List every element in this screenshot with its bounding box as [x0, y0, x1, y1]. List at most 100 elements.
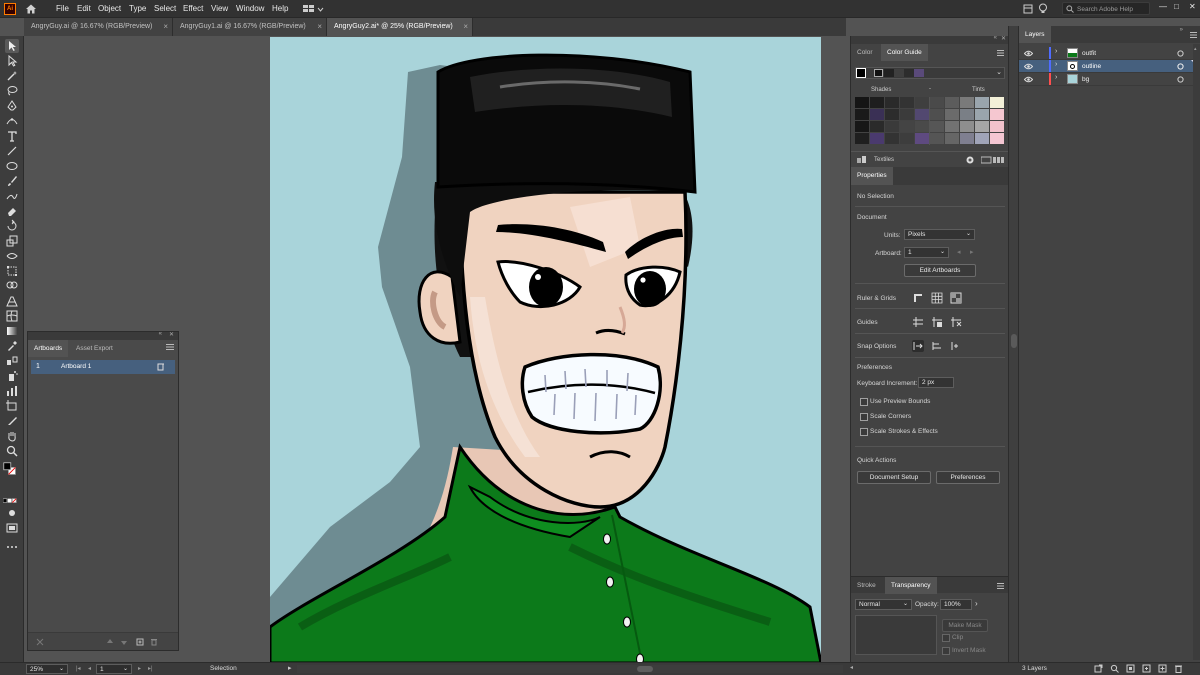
prev-artboard-icon[interactable]: ◂	[88, 665, 91, 672]
new-artboard-icon[interactable]	[136, 638, 144, 646]
color-variation-swatch[interactable]	[945, 97, 959, 108]
selection-tool-icon[interactable]	[5, 39, 19, 53]
color-variation-swatch[interactable]	[900, 109, 914, 120]
arrange-documents-icon[interactable]	[302, 3, 324, 17]
minimize-button[interactable]: —	[1159, 2, 1167, 11]
use-preview-bounds-checkbox[interactable]	[860, 398, 868, 406]
scroll-thumb[interactable]	[1011, 334, 1017, 348]
previous-artboard-icon[interactable]: ◂	[957, 248, 961, 256]
visibility-eye-icon[interactable]	[1024, 50, 1033, 57]
layer-row-bg[interactable]: › bg	[1019, 73, 1200, 86]
pen-tool-icon[interactable]	[5, 99, 19, 113]
tab-transparency[interactable]: Transparency	[885, 577, 937, 594]
width-tool-icon[interactable]	[5, 249, 19, 263]
collapse-panel-icon[interactable]: «	[159, 331, 162, 337]
invert-mask-checkbox[interactable]	[942, 647, 950, 655]
tab-artboards[interactable]: Artboards	[28, 340, 69, 357]
rotate-tool-icon[interactable]	[5, 219, 19, 233]
line-tool-icon[interactable]	[5, 144, 19, 158]
smart-guides-icon[interactable]	[950, 316, 962, 328]
tab-angryguy2[interactable]: AngryGuy2.ai* @ 25% (RGB/Preview) ×	[327, 18, 473, 36]
harmony-bar[interactable]: ⌄	[855, 67, 1005, 79]
menu-type[interactable]: Type	[129, 4, 146, 13]
clip-checkbox[interactable]	[942, 634, 950, 642]
artboard-select[interactable]: 1 ⌄	[904, 247, 949, 258]
slice-tool-icon[interactable]	[5, 414, 19, 428]
menu-help[interactable]: Help	[272, 4, 288, 13]
menu-object[interactable]: Object	[98, 4, 121, 13]
color-variation-swatch[interactable]	[990, 133, 1004, 144]
color-variation-swatch[interactable]	[960, 97, 974, 108]
artboard-tool-icon[interactable]	[5, 399, 19, 413]
magic-wand-tool-icon[interactable]	[5, 69, 19, 83]
color-variation-swatch[interactable]	[945, 133, 959, 144]
keyboard-increment-input[interactable]: 2 px	[918, 377, 954, 388]
color-variation-swatch[interactable]	[975, 133, 989, 144]
harmony-swatch[interactable]	[914, 69, 924, 77]
discover-icon[interactable]	[1038, 3, 1048, 17]
units-select[interactable]: Pixels ⌄	[904, 229, 975, 240]
color-variation-swatch[interactable]	[975, 97, 989, 108]
artboard-canvas[interactable]	[270, 37, 821, 663]
color-variation-swatch[interactable]	[960, 133, 974, 144]
status-menu-arrow-icon[interactable]: ▸	[288, 664, 292, 672]
export-icon[interactable]	[1094, 664, 1103, 673]
perspective-grid-tool-icon[interactable]	[5, 294, 19, 308]
make-mask-button[interactable]: Make Mask	[942, 619, 988, 632]
layers-menu-icon[interactable]	[1190, 32, 1197, 38]
color-variation-swatch[interactable]	[870, 109, 884, 120]
tab-angryguy1[interactable]: AngryGuy1.ai @ 16.67% (RGB/Preview) ×	[173, 18, 327, 36]
shaper-tool-icon[interactable]	[5, 189, 19, 203]
swatch-library-icon[interactable]	[857, 156, 867, 164]
grid-icon[interactable]	[931, 292, 943, 304]
panel-drag-bar[interactable]: « ✕	[28, 331, 178, 340]
color-variation-swatch[interactable]	[900, 121, 914, 132]
tab-color-guide[interactable]: Color Guide	[881, 44, 928, 61]
snap-to-point-icon[interactable]	[912, 340, 924, 352]
expand-arrow-icon[interactable]: ›	[1055, 48, 1057, 55]
screen-mode-icon[interactable]	[5, 521, 19, 535]
scale-strokes-checkbox[interactable]	[860, 428, 868, 436]
panel-menu-icon[interactable]	[166, 344, 174, 350]
menu-effect[interactable]: Effect	[183, 4, 203, 13]
create-sublayer-icon[interactable]	[1142, 664, 1151, 673]
color-variation-swatch[interactable]	[900, 133, 914, 144]
color-variation-swatch[interactable]	[960, 121, 974, 132]
next-artboard-icon[interactable]: ▸	[138, 665, 141, 672]
first-artboard-icon[interactable]: |◂	[76, 665, 81, 672]
harmony-swatch[interactable]	[904, 69, 914, 77]
opacity-input[interactable]: 100%	[940, 599, 972, 610]
snap-to-glyph-icon[interactable]	[950, 340, 962, 352]
dock-drag-bar[interactable]: « ✕	[851, 35, 1009, 44]
layers-scrollbar[interactable]: ▴	[1193, 44, 1200, 660]
transparency-grid-icon[interactable]	[950, 292, 962, 304]
color-variation-swatch[interactable]	[855, 121, 869, 132]
color-variation-swatch[interactable]	[930, 97, 944, 108]
gradient-tool-icon[interactable]	[5, 324, 19, 338]
shape-builder-tool-icon[interactable]	[5, 279, 19, 293]
zoom-select[interactable]: 25% ⌄	[26, 664, 68, 674]
color-variation-swatch[interactable]	[870, 121, 884, 132]
save-group-icon[interactable]	[981, 156, 1005, 164]
tab-layers[interactable]: Layers	[1019, 26, 1051, 43]
target-icon[interactable]	[1177, 50, 1184, 57]
snap-to-pixel-icon[interactable]	[931, 340, 943, 352]
blend-tool-icon[interactable]	[5, 354, 19, 368]
expand-arrow-icon[interactable]: ›	[1055, 61, 1057, 68]
harmony-swatch[interactable]	[874, 69, 883, 77]
color-variation-swatch[interactable]	[870, 97, 884, 108]
color-variation-swatch[interactable]	[855, 133, 869, 144]
tab-properties[interactable]: Properties	[851, 167, 893, 185]
color-variation-swatch[interactable]	[960, 109, 974, 120]
document-setup-button[interactable]: Document Setup	[857, 471, 931, 484]
color-variation-swatch[interactable]	[990, 109, 1004, 120]
dock-scrollbar[interactable]	[1008, 26, 1018, 662]
collapse-layers-icon[interactable]: »	[1180, 27, 1183, 33]
draw-mode-icon[interactable]	[5, 506, 19, 520]
visibility-eye-icon[interactable]	[1024, 63, 1033, 70]
visibility-eye-icon[interactable]	[1024, 76, 1033, 83]
more-tools-icon[interactable]	[5, 540, 19, 554]
delete-layer-icon[interactable]	[1174, 664, 1183, 673]
menu-file[interactable]: File	[56, 4, 69, 13]
color-variation-swatch[interactable]	[870, 133, 884, 144]
